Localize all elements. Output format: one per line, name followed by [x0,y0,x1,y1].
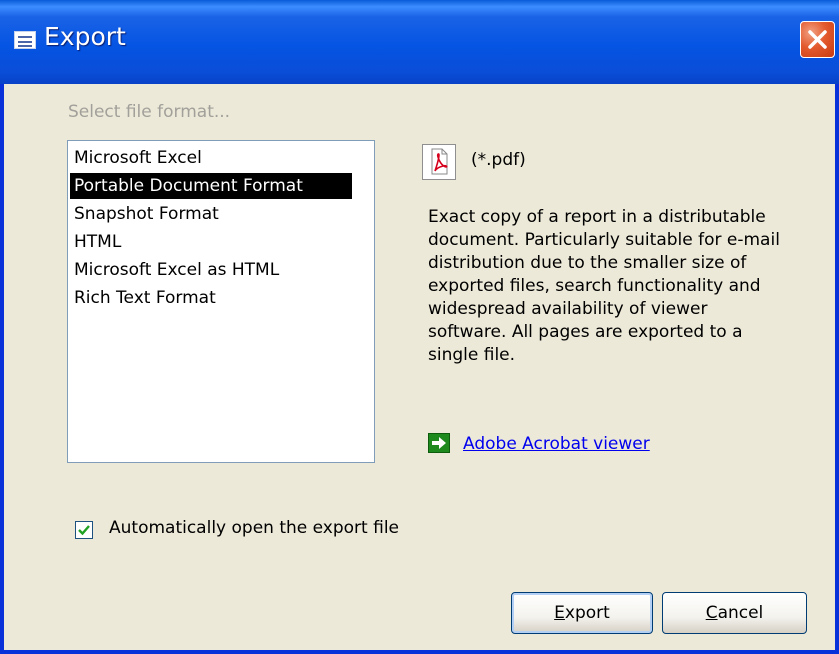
format-description: Exact copy of a report in a distributabl… [428,207,780,365]
adobe-acrobat-viewer-link[interactable]: Adobe Acrobat viewer [463,434,650,454]
list-item[interactable]: Microsoft Excel [70,145,202,171]
auto-open-checkbox[interactable] [75,521,93,539]
export-button[interactable]: Export [511,592,653,634]
export-label-rest: xport [564,603,610,623]
list-item-selected[interactable]: Portable Document Format [70,173,352,199]
file-format-list[interactable]: Microsoft Excel Portable Document Format… [67,140,375,463]
format-prompt: Select file format... [68,102,231,122]
cancel-button[interactable]: Cancel [662,592,807,634]
list-item[interactable]: HTML [70,229,121,255]
green-arrow-icon [428,433,450,453]
auto-open-label[interactable]: Automatically open the export file [109,518,399,538]
window-title: Export [44,22,126,51]
close-button[interactable] [800,21,835,58]
file-extension-label: (*.pdf) [471,150,526,170]
list-item[interactable]: Microsoft Excel as HTML [70,257,279,283]
cancel-label-rest: ancel [717,603,764,623]
list-item[interactable]: Snapshot Format [70,201,219,227]
close-icon [808,30,827,49]
checkmark-icon [78,525,90,536]
export-accel: E [554,603,565,623]
cancel-accel: C [705,603,718,623]
pdf-file-icon [422,144,456,180]
list-item[interactable]: Rich Text Format [70,285,216,311]
title-bar[interactable]: Export [0,0,839,84]
export-dialog: Export Select file format... Microsoft E… [0,0,839,654]
dialog-icon [14,31,36,49]
